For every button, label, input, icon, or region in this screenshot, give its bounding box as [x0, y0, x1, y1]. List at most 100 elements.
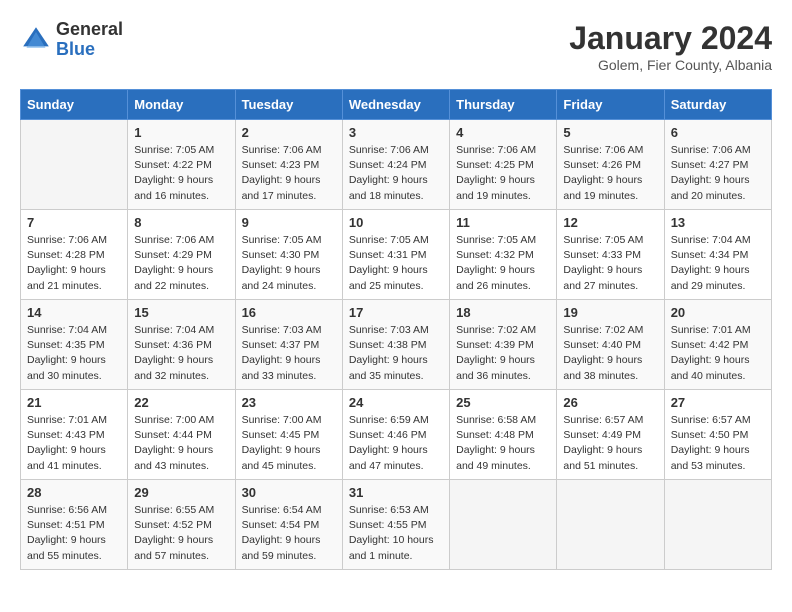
subtitle: Golem, Fier County, Albania [569, 57, 772, 73]
day-number: 29 [134, 485, 228, 500]
day-cell: 7 Sunrise: 7:06 AMSunset: 4:28 PMDaylight… [21, 210, 128, 300]
day-cell: 20 Sunrise: 7:01 AMSunset: 4:42 PMDayligh… [664, 300, 771, 390]
day-cell: 9Sunrise: 7:05 AMSunset: 4:30 PMDaylight… [235, 210, 342, 300]
logo-icon [20, 24, 52, 56]
day-detail: Sunrise: 7:06 AMSunset: 4:26 PMDaylight:… [563, 143, 657, 204]
day-number: 22 [134, 395, 228, 410]
day-cell: 17Sunrise: 7:03 AMSunset: 4:38 PMDayligh… [342, 300, 449, 390]
day-number: 13 [671, 215, 765, 230]
day-detail: Sunrise: 6:59 AMSunset: 4:46 PMDaylight:… [349, 413, 443, 474]
logo-blue: Blue [56, 40, 123, 60]
day-cell: 14Sunrise: 7:04 AMSunset: 4:35 PMDayligh… [21, 300, 128, 390]
weekday-header: Sunday [21, 90, 128, 120]
day-number: 3 [349, 125, 443, 140]
day-detail: Sunrise: 7:06 AMSunset: 4:28 PMDaylight:… [27, 233, 121, 294]
day-cell: 1 Sunrise: 7:05 AMSunset: 4:22 PMDaylight… [128, 120, 235, 210]
day-detail: Sunrise: 6:55 AMSunset: 4:52 PMDaylight:… [134, 503, 228, 564]
day-cell: 16 Sunrise: 7:03 AMSunset: 4:37 PMDayligh… [235, 300, 342, 390]
day-detail: Sunrise: 6:57 AMSunset: 4:49 PMDaylight:… [563, 413, 657, 474]
day-number: 5 [563, 125, 657, 140]
day-number: 28 [27, 485, 121, 500]
weekday-header: Tuesday [235, 90, 342, 120]
day-cell: 22 Sunrise: 7:00 AMSunset: 4:44 PMDayligh… [128, 390, 235, 480]
day-cell: 18 Sunrise: 7:02 AMSunset: 4:39 PMDayligh… [450, 300, 557, 390]
day-cell: 28 Sunrise: 6:56 AMSunset: 4:51 PMDayligh… [21, 480, 128, 570]
day-detail: Sunrise: 7:04 AMSunset: 4:35 PMDaylight:… [27, 323, 121, 384]
day-detail: Sunrise: 6:58 AMSunset: 4:48 PMDaylight:… [456, 413, 550, 474]
day-detail: Sunrise: 6:53 AMSunset: 4:55 PMDaylight:… [349, 503, 443, 564]
day-number: 10 [349, 215, 443, 230]
day-detail: Sunrise: 7:05 AMSunset: 4:22 PMDaylight:… [134, 143, 228, 204]
week-row: 7 Sunrise: 7:06 AMSunset: 4:28 PMDaylight… [21, 210, 772, 300]
day-detail: Sunrise: 7:03 AMSunset: 4:38 PMDaylight:… [349, 323, 443, 384]
weekday-header: Saturday [664, 90, 771, 120]
day-detail: Sunrise: 7:04 AMSunset: 4:34 PMDaylight:… [671, 233, 765, 294]
day-cell: 29 Sunrise: 6:55 AMSunset: 4:52 PMDayligh… [128, 480, 235, 570]
day-detail: Sunrise: 7:02 AMSunset: 4:40 PMDaylight:… [563, 323, 657, 384]
day-detail: Sunrise: 7:05 AMSunset: 4:33 PMDaylight:… [563, 233, 657, 294]
day-cell: 6Sunrise: 7:06 AMSunset: 4:27 PMDaylight… [664, 120, 771, 210]
day-cell: 8 Sunrise: 7:06 AMSunset: 4:29 PMDaylight… [128, 210, 235, 300]
week-row: 14Sunrise: 7:04 AMSunset: 4:35 PMDayligh… [21, 300, 772, 390]
day-number: 23 [242, 395, 336, 410]
week-row: 21Sunrise: 7:01 AMSunset: 4:43 PMDayligh… [21, 390, 772, 480]
day-number: 15 [134, 305, 228, 320]
day-detail: Sunrise: 7:05 AMSunset: 4:32 PMDaylight:… [456, 233, 550, 294]
day-detail: Sunrise: 7:01 AMSunset: 4:42 PMDaylight:… [671, 323, 765, 384]
day-detail: Sunrise: 7:05 AMSunset: 4:31 PMDaylight:… [349, 233, 443, 294]
day-number: 18 [456, 305, 550, 320]
day-cell: 3 Sunrise: 7:06 AMSunset: 4:24 PMDaylight… [342, 120, 449, 210]
calendar-table: SundayMondayTuesdayWednesdayThursdayFrid… [20, 89, 772, 570]
day-number: 9 [242, 215, 336, 230]
day-cell: 21Sunrise: 7:01 AMSunset: 4:43 PMDayligh… [21, 390, 128, 480]
day-cell: 26Sunrise: 6:57 AMSunset: 4:49 PMDayligh… [557, 390, 664, 480]
day-detail: Sunrise: 7:01 AMSunset: 4:43 PMDaylight:… [27, 413, 121, 474]
day-cell: 2 Sunrise: 7:06 AMSunset: 4:23 PMDaylight… [235, 120, 342, 210]
day-number: 2 [242, 125, 336, 140]
day-cell: 15 Sunrise: 7:04 AMSunset: 4:36 PMDayligh… [128, 300, 235, 390]
day-cell: 24 Sunrise: 6:59 AMSunset: 4:46 PMDayligh… [342, 390, 449, 480]
page-header: General Blue January 2024 Golem, Fier Co… [20, 20, 772, 73]
day-detail: Sunrise: 6:57 AMSunset: 4:50 PMDaylight:… [671, 413, 765, 474]
logo-general: General [56, 20, 123, 40]
day-cell: 31 Sunrise: 6:53 AMSunset: 4:55 PMDayligh… [342, 480, 449, 570]
day-detail: Sunrise: 6:56 AMSunset: 4:51 PMDaylight:… [27, 503, 121, 564]
day-detail: Sunrise: 7:04 AMSunset: 4:36 PMDaylight:… [134, 323, 228, 384]
day-detail: Sunrise: 7:06 AMSunset: 4:24 PMDaylight:… [349, 143, 443, 204]
day-number: 1 [134, 125, 228, 140]
day-cell: 27Sunrise: 6:57 AMSunset: 4:50 PMDayligh… [664, 390, 771, 480]
day-detail: Sunrise: 7:06 AMSunset: 4:29 PMDaylight:… [134, 233, 228, 294]
day-detail: Sunrise: 7:03 AMSunset: 4:37 PMDaylight:… [242, 323, 336, 384]
day-cell: 10 Sunrise: 7:05 AMSunset: 4:31 PMDayligh… [342, 210, 449, 300]
day-cell [557, 480, 664, 570]
day-cell [450, 480, 557, 570]
main-title: January 2024 [569, 20, 772, 57]
weekday-header: Monday [128, 90, 235, 120]
day-number: 20 [671, 305, 765, 320]
day-cell: 5 Sunrise: 7:06 AMSunset: 4:26 PMDaylight… [557, 120, 664, 210]
logo: General Blue [20, 20, 123, 60]
day-number: 12 [563, 215, 657, 230]
day-cell [664, 480, 771, 570]
day-number: 4 [456, 125, 550, 140]
week-row: 28 Sunrise: 6:56 AMSunset: 4:51 PMDayligh… [21, 480, 772, 570]
day-number: 30 [242, 485, 336, 500]
day-detail: Sunrise: 7:00 AMSunset: 4:44 PMDaylight:… [134, 413, 228, 474]
day-number: 7 [27, 215, 121, 230]
title-block: January 2024 Golem, Fier County, Albania [569, 20, 772, 73]
day-number: 11 [456, 215, 550, 230]
day-detail: Sunrise: 7:02 AMSunset: 4:39 PMDaylight:… [456, 323, 550, 384]
weekday-header: Thursday [450, 90, 557, 120]
weekday-header-row: SundayMondayTuesdayWednesdayThursdayFrid… [21, 90, 772, 120]
day-number: 16 [242, 305, 336, 320]
day-detail: Sunrise: 7:00 AMSunset: 4:45 PMDaylight:… [242, 413, 336, 474]
day-detail: Sunrise: 7:06 AMSunset: 4:23 PMDaylight:… [242, 143, 336, 204]
day-detail: Sunrise: 7:06 AMSunset: 4:27 PMDaylight:… [671, 143, 765, 204]
weekday-header: Friday [557, 90, 664, 120]
logo-text: General Blue [56, 20, 123, 60]
day-cell: 11 Sunrise: 7:05 AMSunset: 4:32 PMDayligh… [450, 210, 557, 300]
day-number: 8 [134, 215, 228, 230]
day-number: 31 [349, 485, 443, 500]
day-number: 24 [349, 395, 443, 410]
day-detail: Sunrise: 7:06 AMSunset: 4:25 PMDaylight:… [456, 143, 550, 204]
